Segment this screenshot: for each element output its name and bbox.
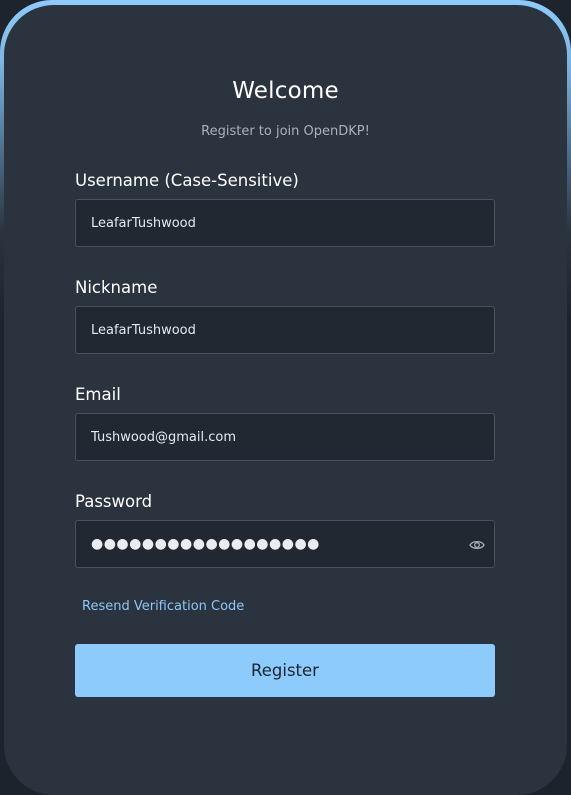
username-label: Username (Case-Sensitive) bbox=[75, 171, 299, 190]
password-masked-value: ●●●●●●●●●●●●●●●●●● bbox=[91, 536, 320, 552]
nickname-input[interactable] bbox=[76, 307, 494, 353]
password-label: Password bbox=[75, 492, 153, 511]
username-field-container bbox=[75, 199, 495, 247]
email-input[interactable] bbox=[76, 414, 494, 460]
page-subtitle: Register to join OpenDKP! bbox=[201, 124, 370, 139]
nickname-field-container bbox=[75, 306, 495, 354]
username-input[interactable] bbox=[76, 200, 494, 246]
password-input[interactable]: ●●●●●●●●●●●●●●●●●● bbox=[75, 520, 495, 568]
page-title: Welcome bbox=[232, 78, 339, 104]
email-field-container bbox=[75, 413, 495, 461]
email-label: Email bbox=[75, 385, 121, 404]
resend-verification-link[interactable]: Resend Verification Code bbox=[82, 599, 244, 614]
register-button[interactable]: Register bbox=[75, 644, 495, 697]
eye-icon[interactable] bbox=[469, 537, 485, 551]
nickname-label: Nickname bbox=[75, 278, 158, 297]
